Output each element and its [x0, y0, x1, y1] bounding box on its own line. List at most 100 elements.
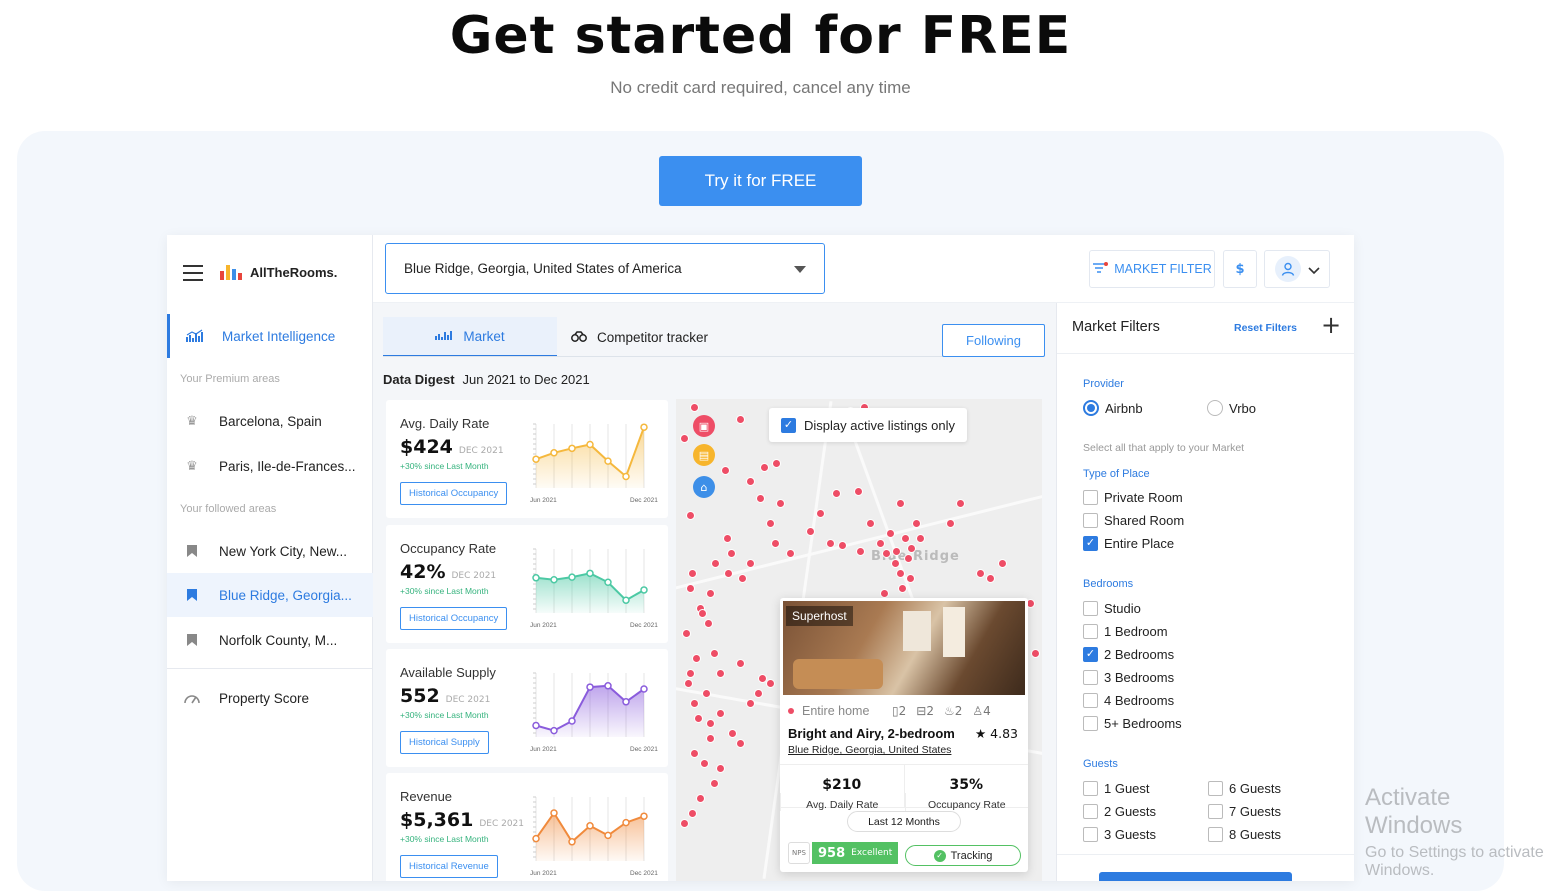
historical-supply-button[interactable]: Historical Supply	[400, 731, 489, 754]
listing-pin[interactable]	[727, 549, 736, 558]
listing-pin[interactable]	[826, 539, 835, 548]
radio-button[interactable]	[1083, 400, 1099, 416]
guests-7[interactable]: 7 Guests	[1208, 804, 1281, 819]
bedrooms-2[interactable]: 2 Bedrooms	[1083, 647, 1174, 662]
listing-pin[interactable]	[721, 466, 730, 475]
tracking-button[interactable]: ✓ Tracking	[905, 845, 1021, 866]
checkbox[interactable]	[1083, 647, 1098, 662]
checkbox[interactable]	[1083, 693, 1098, 708]
checkbox[interactable]	[1083, 490, 1098, 505]
listing-pin[interactable]	[760, 463, 769, 472]
sidebar-item-barcelona[interactable]: ♛ Barcelona, Spain	[167, 399, 373, 443]
listing-pin[interactable]	[690, 403, 699, 412]
listing-pin[interactable]	[891, 559, 900, 568]
listing-pin[interactable]	[738, 574, 747, 583]
listing-pin[interactable]	[706, 734, 715, 743]
listing-pin[interactable]	[916, 534, 925, 543]
historical-occupancy-button[interactable]: Historical Occupancy	[400, 607, 508, 630]
menu-icon[interactable]	[183, 265, 203, 281]
listing-pin[interactable]	[696, 794, 705, 803]
vacation-rental-icon[interactable]: ⌂	[693, 476, 715, 498]
reset-filters-link[interactable]: Reset Filters	[1234, 322, 1297, 334]
listing-pin[interactable]	[854, 487, 863, 496]
listing-pin[interactable]	[976, 569, 985, 578]
radio-button[interactable]	[1207, 400, 1223, 416]
listing-pin[interactable]	[876, 539, 885, 548]
historical-occupancy-button[interactable]: Historical Occupancy	[400, 482, 508, 505]
listing-pin[interactable]	[736, 739, 745, 748]
listing-pin[interactable]	[680, 434, 689, 443]
user-menu[interactable]	[1264, 250, 1330, 288]
listing-pin[interactable]	[706, 719, 715, 728]
guests-2[interactable]: 2 Guests	[1083, 804, 1156, 819]
checkbox[interactable]	[1083, 781, 1098, 796]
listing-pin[interactable]	[746, 477, 755, 486]
listing-pin[interactable]	[688, 809, 697, 818]
tab-competitor-tracker[interactable]: Competitor tracker	[571, 317, 708, 357]
listing-pin[interactable]	[694, 714, 703, 723]
listing-pin[interactable]	[946, 519, 955, 528]
listing-pin[interactable]	[832, 489, 841, 498]
listing-pin[interactable]	[736, 415, 745, 424]
listing-pin[interactable]	[682, 629, 691, 638]
listing-pin[interactable]	[746, 559, 755, 568]
checkbox[interactable]	[1208, 804, 1223, 819]
guests-1[interactable]: 1 Guest	[1083, 781, 1150, 796]
listing-pin[interactable]	[716, 764, 725, 773]
checkbox[interactable]	[1083, 513, 1098, 528]
checkbox[interactable]	[1208, 827, 1223, 842]
listing-pin[interactable]	[690, 749, 699, 758]
active-listings-checkbox[interactable]	[781, 417, 796, 433]
hotel-icon[interactable]: ▣	[693, 415, 715, 437]
listing-pin[interactable]	[906, 574, 915, 583]
plus-icon[interactable]: +	[1321, 313, 1341, 337]
guests-3[interactable]: 3 Guests	[1083, 827, 1156, 842]
sidebar-item-norfolk[interactable]: Norfolk County, M...	[167, 618, 373, 662]
listing-pin[interactable]	[896, 569, 905, 578]
checkbox[interactable]	[1083, 827, 1098, 842]
listing-pin[interactable]	[746, 699, 755, 708]
listing-pin[interactable]	[771, 539, 780, 548]
listing-pin[interactable]	[704, 619, 713, 628]
listing-pin[interactable]	[766, 679, 775, 688]
historical-revenue-button[interactable]: Historical Revenue	[400, 855, 498, 878]
listing-pin[interactable]	[706, 589, 715, 598]
guests-6[interactable]: 6 Guests	[1208, 781, 1281, 796]
listing-pin[interactable]	[907, 544, 916, 553]
listing-pin[interactable]	[904, 554, 913, 563]
checkbox[interactable]	[1083, 670, 1098, 685]
listing-location-link[interactable]: Blue Ridge, Georgia, United States	[788, 744, 951, 756]
listing-pin[interactable]	[686, 669, 695, 678]
sidebar-item-market-intelligence[interactable]: Market Intelligence	[167, 314, 373, 358]
listing-pin[interactable]	[728, 729, 737, 738]
listing-pin[interactable]	[956, 499, 965, 508]
listing-pin[interactable]	[716, 669, 725, 678]
checkbox[interactable]	[1083, 536, 1098, 551]
listing-pin[interactable]	[786, 549, 795, 558]
bedrooms-4[interactable]: 4 Bedrooms	[1083, 693, 1174, 708]
listing-pin[interactable]	[896, 499, 905, 508]
tab-market[interactable]: Market	[383, 317, 557, 357]
listing-pin[interactable]	[702, 689, 711, 698]
listing-pin[interactable]	[892, 547, 901, 556]
listing-card[interactable]: Superhost Entire home ▯2 ⊟2 ♨2 ♙4 Bright…	[780, 598, 1028, 872]
market-filter-button[interactable]: MARKET FILTER	[1089, 250, 1215, 288]
listing-pin[interactable]	[1031, 649, 1040, 658]
sidebar-item-blue-ridge[interactable]: Blue Ridge, Georgia...	[167, 573, 373, 617]
listing-pin[interactable]	[816, 509, 825, 518]
guests-8[interactable]: 8 Guests	[1208, 827, 1281, 842]
listing-pin[interactable]	[700, 759, 709, 768]
bedrooms-3[interactable]: 3 Bedrooms	[1083, 670, 1174, 685]
listing-pin[interactable]	[772, 459, 781, 468]
listing-pin[interactable]	[686, 511, 695, 520]
listing-pin[interactable]	[838, 541, 847, 550]
checkbox[interactable]	[1208, 781, 1223, 796]
provider-airbnb[interactable]: Airbnb	[1083, 400, 1143, 416]
listing-pin[interactable]	[716, 709, 725, 718]
listing-pin[interactable]	[998, 559, 1007, 568]
listing-pin[interactable]	[710, 779, 719, 788]
listing-pin[interactable]	[684, 679, 693, 688]
checkbox[interactable]	[1083, 624, 1098, 639]
provider-vrbo[interactable]: Vrbo	[1207, 400, 1256, 416]
sidebar-item-property-score[interactable]: Property Score	[167, 676, 373, 720]
